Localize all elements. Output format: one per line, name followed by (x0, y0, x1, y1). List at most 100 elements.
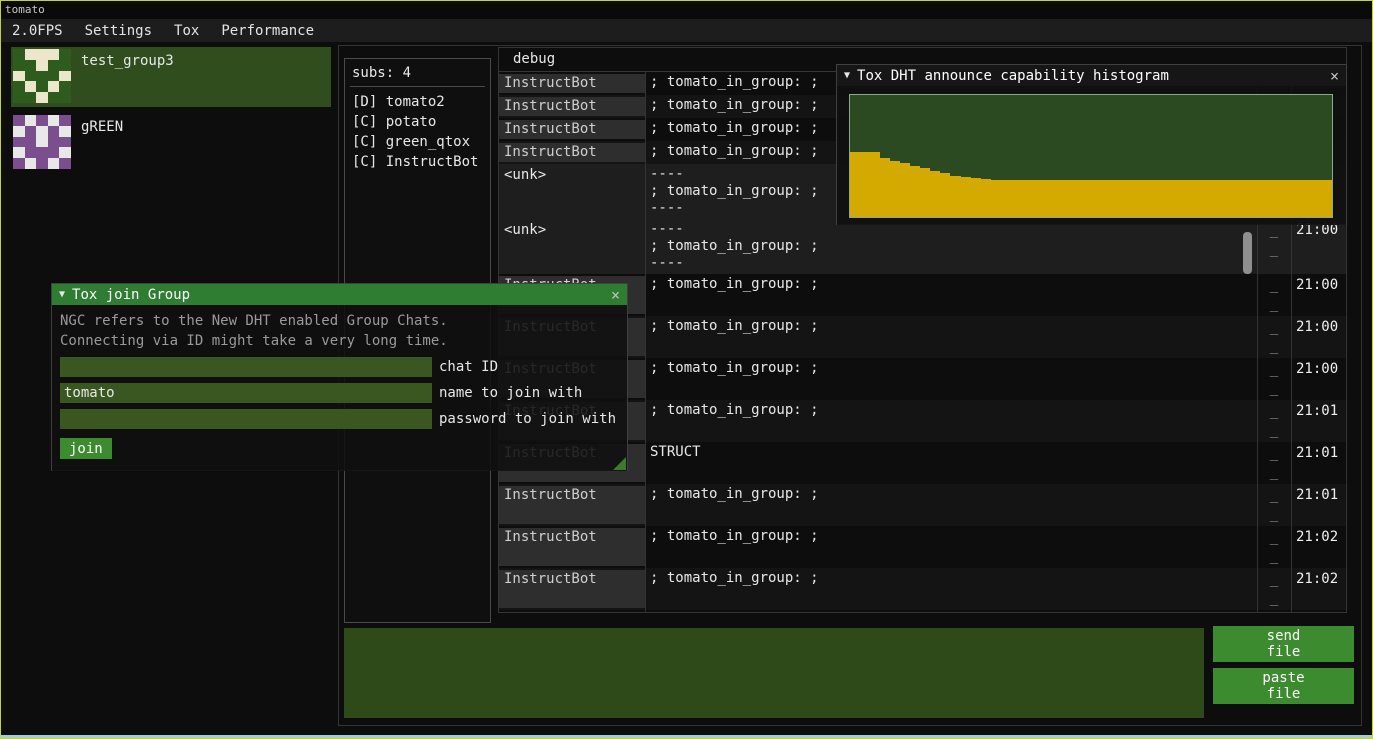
window-titlebar[interactable]: tomato (1, 1, 1372, 19)
join-info-line: NGC refers to the New DHT enabled Group … (60, 311, 619, 331)
histogram-plot (849, 94, 1333, 218)
sender-name: InstructBot (499, 528, 645, 566)
avatar-pixel (36, 126, 48, 137)
message-text: ; tomato_in_group: ; (645, 570, 1257, 587)
avatar-pixel (13, 115, 25, 126)
join-group-window: ▼ Tox join Group × NGC refers to the New… (51, 283, 628, 471)
collapse-icon[interactable]: ▼ (59, 289, 65, 300)
avatar-pixel (13, 147, 25, 158)
sender-name: InstructBot (499, 143, 645, 162)
sender-name: InstructBot (499, 74, 645, 93)
sidebar-item-test-group3[interactable]: test_group3 (11, 47, 331, 107)
avatar-pixel (36, 71, 48, 82)
histogram-bar (961, 177, 971, 217)
avatar-pixel (59, 147, 71, 158)
histogram-bar (1021, 180, 1031, 217)
column-separator (645, 72, 646, 612)
avatar-pixel (25, 137, 37, 148)
message-row[interactable]: InstructBot; tomato_in_group: ;_ _21:01 (499, 484, 1346, 526)
join-window-titlebar[interactable]: ▼ Tox join Group × (52, 284, 627, 305)
join-button[interactable]: join (60, 438, 112, 459)
message-text: STRUCT (645, 444, 1257, 461)
member-item[interactable]: [C] potato (352, 112, 483, 132)
histogram-bar (880, 158, 890, 217)
window-title: tomato (5, 3, 45, 16)
avatar-pixel (13, 126, 25, 137)
avatar-pixel (59, 115, 71, 126)
histogram-bar (1031, 180, 1041, 217)
join-window-body: NGC refers to the New DHT enabled Group … (52, 305, 627, 471)
avatar-pixel (25, 126, 37, 137)
member-item[interactable]: [C] green_qtox (352, 132, 483, 152)
histogram-bar (1322, 180, 1332, 217)
member-item[interactable]: [D] tomato2 (352, 92, 483, 112)
histogram-bar (870, 152, 880, 217)
message-text: ; tomato_in_group: ; (645, 318, 1257, 335)
message-row[interactable]: <unk>---- ; tomato_in_group: ; ----_ _21… (499, 219, 1346, 274)
message-time: 21:02 (1291, 528, 1346, 547)
avatar-pixel (25, 81, 37, 92)
message-row[interactable]: InstructBot; tomato_in_group: ;_ _21:02 (499, 568, 1346, 610)
avatar-pixel (25, 49, 37, 60)
histogram-bar (1111, 180, 1121, 217)
menu-item-performance[interactable]: Performance (210, 21, 325, 41)
collapse-icon[interactable]: ▼ (844, 70, 850, 81)
close-icon[interactable]: × (611, 286, 620, 304)
resize-grip[interactable] (613, 457, 626, 470)
histogram-bar (1071, 180, 1081, 217)
join-password-input[interactable] (60, 409, 432, 429)
sender-name: <unk> (499, 166, 645, 217)
histogram-window-titlebar[interactable]: ▼ Tox DHT announce capability histogram … (837, 65, 1346, 86)
histogram-bar (900, 163, 910, 217)
chat-id-input[interactable] (60, 357, 432, 377)
subs-header: subs: 4 (352, 63, 483, 83)
message-row[interactable]: InstructBot; tomato_in_group: ;_ _21:02 (499, 526, 1346, 568)
histogram-bar (1091, 180, 1101, 217)
histogram-bar (971, 178, 981, 217)
join-window-title: Tox join Group (72, 287, 190, 303)
chat-scrollbar-thumb[interactable] (1243, 232, 1252, 274)
histogram-bar (1302, 180, 1312, 217)
histogram-bar (981, 179, 991, 217)
histogram-bar (1292, 180, 1302, 217)
join-name-input[interactable] (60, 383, 432, 403)
menu-item-tox[interactable]: Tox (163, 21, 210, 41)
send-file-button[interactable]: send file (1213, 626, 1354, 662)
menu-item-settings[interactable]: Settings (74, 21, 163, 41)
histogram-bar (1051, 180, 1061, 217)
avatar-pixel (13, 60, 25, 71)
message-flags: _ _ (1257, 486, 1291, 524)
histogram-bar (1182, 180, 1192, 217)
avatar-pixel (25, 71, 37, 82)
avatar-pixel (59, 137, 71, 148)
histogram-bar (1121, 180, 1131, 217)
histogram-bar (1172, 180, 1182, 217)
message-time: 21:02 (1291, 570, 1346, 589)
member-item[interactable]: [C] InstructBot (352, 152, 483, 172)
message-time: 21:01 (1291, 402, 1346, 421)
message-flags: _ _ (1257, 402, 1291, 440)
close-icon[interactable]: × (1330, 67, 1339, 85)
histogram-bar (1041, 180, 1051, 217)
separator (350, 86, 485, 87)
sender-name: InstructBot (499, 120, 645, 139)
histogram-window-body (837, 86, 1346, 225)
dht-histogram-window: ▼ Tox DHT announce capability histogram … (836, 64, 1347, 225)
app-window: tomato 2.0FPS Settings Tox Performance t… (0, 0, 1373, 739)
avatar-pixel (48, 115, 60, 126)
message-input[interactable] (344, 628, 1204, 718)
message-flags: _ _ (1257, 528, 1291, 566)
tab-debug[interactable]: debug (513, 51, 555, 67)
paste-file-button[interactable]: paste file (1213, 668, 1354, 704)
menu-item-fps[interactable]: 2.0FPS (1, 21, 74, 41)
message-text: ; tomato_in_group: ; (645, 486, 1257, 503)
histogram-bar (850, 152, 860, 217)
histogram-bar (1252, 180, 1262, 217)
message-text: ; tomato_in_group: ; (645, 276, 1257, 293)
message-row[interactable]: InstructBot; tomato_in_group: ;_ _21:02 (499, 610, 1346, 612)
sidebar-item-green[interactable]: gREEN (11, 113, 331, 173)
message-time: 21:00 (1291, 318, 1346, 337)
avatar-pixel (48, 137, 60, 148)
histogram-bar (860, 152, 870, 217)
message-text: ---- ; tomato_in_group: ; ---- (645, 221, 1257, 272)
